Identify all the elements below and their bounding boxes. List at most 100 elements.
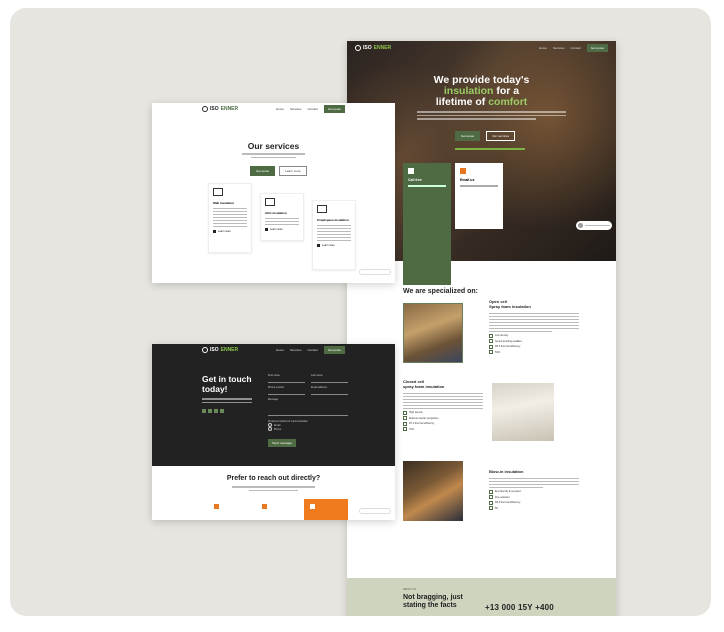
youtube-icon[interactable] [220, 409, 224, 413]
chat-widget[interactable] [576, 221, 612, 230]
nav-links: Home Services Contact Get quote [276, 345, 345, 354]
prefer-card-quote[interactable] [208, 499, 252, 520]
phone-label: Phone number [268, 386, 285, 389]
first-name-field[interactable] [268, 382, 305, 383]
send-message-button[interactable]: Send message [268, 439, 297, 447]
message-field[interactable] [268, 415, 348, 416]
services-learn-button[interactable]: Learn more [279, 166, 307, 176]
services-buttons: Get quote Learn more [250, 166, 307, 176]
brag-title-line1: Not bragging, just [403, 594, 463, 601]
linkedin-icon[interactable] [214, 409, 218, 413]
email-card-title: Email us [460, 178, 475, 182]
contact-form: First name Last name Phone number Email … [268, 374, 348, 449]
call-card-title: Call free [408, 178, 422, 182]
logo[interactable]: ISO ENNER [202, 346, 238, 353]
instagram-icon[interactable] [208, 409, 212, 413]
service-card-attic[interactable]: Attic insulation Learn more [260, 193, 304, 241]
house-icon [265, 198, 275, 206]
chat-widget[interactable] [359, 269, 391, 275]
contact-cards: Make a quote yourself Email us Call free [403, 163, 503, 285]
house-outline-icon [317, 205, 327, 213]
nav-links: Home Services Contact Get quote [276, 104, 345, 113]
message-label: Message [268, 398, 279, 401]
check-item: 60 [489, 506, 579, 510]
call-card[interactable]: Call free [403, 163, 451, 285]
check-item: 50% [489, 350, 579, 354]
learn-more-link[interactable]: Learn more [317, 244, 351, 247]
open-cell-photo [403, 303, 463, 363]
contact-page-screenshot: ISO ENNER Home Services Contact Get quote… [152, 344, 395, 520]
showcase-frame: ISO ENNER Home Services Contact Get quote… [10, 8, 711, 616]
logo-mark-icon [202, 105, 208, 112]
contact-subtitle [202, 398, 252, 405]
facebook-icon[interactable] [202, 409, 206, 413]
nav-cta-button[interactable]: Get quote [323, 104, 345, 113]
hero-quote-button[interactable]: Get quote [455, 131, 481, 141]
email-card[interactable]: Email us [455, 163, 503, 229]
last-name-field[interactable] [311, 382, 348, 383]
services-quote-button[interactable]: Get quote [250, 166, 276, 176]
prefer-title: Prefer to reach out directly? [226, 475, 321, 482]
contact-hero: ISO ENNER Home Services Contact Get quote… [152, 344, 395, 466]
hero-highlight-comfort: comfort [488, 96, 528, 108]
logo[interactable]: ISO ENNER [355, 45, 391, 51]
radio-phone[interactable]: Phone [268, 427, 348, 431]
logo-text-a: ISO [210, 105, 219, 112]
phone-icon [408, 168, 414, 174]
check-item: High density [403, 411, 483, 415]
nav-link-home[interactable]: Home [276, 348, 284, 352]
first-name-label: First name [268, 374, 280, 377]
service-card-wall[interactable]: Wall insulation Learn more [208, 183, 252, 253]
service-card-title: Crawlspace insulation [317, 218, 349, 222]
email-label: Email address [311, 386, 327, 389]
contact-title-line2: today! [202, 384, 228, 394]
brag-title: Not bragging, just stating the facts [403, 594, 463, 610]
check-item: Sound proofing qualities [489, 339, 579, 343]
service-card-crawlspace[interactable]: Crawlspace insulation Learn more [312, 200, 356, 270]
main-nav: ISO ENNER Home Services Contact Get quote [347, 41, 616, 55]
check-item: Moisture barrier properties [403, 416, 483, 420]
email-field[interactable] [311, 394, 348, 395]
logo-text-b: ENNER [220, 105, 239, 112]
nav-link-contact[interactable]: Contact [570, 46, 580, 50]
learn-more-link[interactable]: Learn more [213, 230, 247, 233]
mail-icon [262, 504, 267, 509]
hero-title: We provide today's insulation for a life… [347, 75, 616, 108]
services-page-screenshot: ISO ENNER Home Services Contact Get quote… [152, 103, 395, 283]
nav-link-services[interactable]: Services [553, 46, 565, 50]
nav-link-contact[interactable]: Contact [307, 107, 317, 111]
last-name-label: Last name [311, 374, 323, 377]
logo-mark-icon [202, 346, 208, 353]
logo[interactable]: ISO ENNER [202, 105, 239, 112]
prefer-card-email[interactable] [256, 499, 300, 520]
service-card-title: Attic insulation [265, 211, 287, 215]
social-icons [202, 409, 224, 413]
contact-title: Get in touch today! [202, 374, 252, 394]
hero-note-link[interactable] [455, 148, 525, 150]
nav-cta-button[interactable]: Get quote [586, 44, 608, 52]
brag-title-line2: stating the facts [403, 602, 457, 609]
blow-in-photo [403, 461, 463, 521]
logo-text-b: ENNER [373, 45, 392, 51]
learn-more-link[interactable]: Learn more [265, 228, 299, 231]
service-card-title: Wall insulation [213, 201, 235, 205]
logo-text-a: ISO [210, 346, 219, 353]
prefer-card-call[interactable] [304, 499, 348, 520]
blow-in-block: Blow-in insulation Eco-friendly & recycl… [489, 469, 579, 510]
nav-link-services[interactable]: Services [290, 107, 302, 111]
nav-cta-button[interactable]: Get quote [323, 345, 345, 354]
chat-widget[interactable] [359, 508, 391, 514]
open-cell-subtitle: Spray foam insulation [489, 304, 531, 309]
nav-link-home[interactable]: Home [276, 107, 284, 111]
specialized-title: We are specialized on: [403, 288, 478, 295]
hero-services-button[interactable]: Our services [486, 131, 516, 141]
open-cell-block: Open cell Spray foam insulation Low dens… [489, 299, 579, 354]
hero-title-line3: lifetime of [435, 96, 486, 108]
phone-field[interactable] [268, 394, 305, 395]
nav-link-services[interactable]: Services [290, 348, 302, 352]
closed-cell-subtitle: spray foam insulation [403, 384, 445, 389]
check-item: R3.5 thermal efficiency [489, 501, 579, 505]
nav-link-home[interactable]: Home [539, 46, 547, 50]
closed-cell-photo [492, 383, 554, 441]
nav-link-contact[interactable]: Contact [307, 348, 317, 352]
